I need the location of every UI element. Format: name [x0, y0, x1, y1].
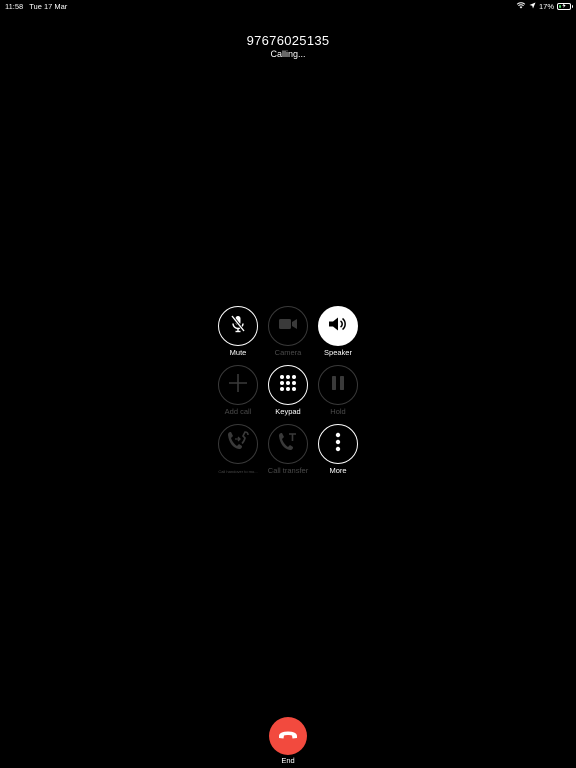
wifi-icon [516, 1, 526, 11]
camera-control[interactable]: Camera [263, 306, 313, 357]
call-header: 97676025135 Calling... [0, 33, 576, 59]
speaker-icon [328, 316, 348, 337]
controls-row-1: Mute Camera Speaker [213, 306, 363, 357]
call-transfer-label: Call transfer [267, 466, 309, 475]
keypad-icon [278, 373, 298, 398]
hang-up-icon [278, 727, 298, 745]
mute-label: Mute [229, 348, 247, 357]
keypad-label: Keypad [275, 407, 301, 416]
caller-number: 97676025135 [246, 33, 330, 48]
mic-off-icon [229, 314, 247, 339]
charging-bolt-icon [562, 2, 566, 10]
more-vertical-icon [335, 432, 341, 457]
speaker-button[interactable] [318, 306, 358, 346]
end-call-button[interactable] [269, 717, 307, 755]
battery-charging-icon [557, 2, 573, 10]
status-date: Tue 17 Mar [29, 2, 68, 11]
hold-control[interactable]: Hold [313, 365, 363, 416]
plus-icon [228, 373, 248, 398]
call-transfer-icon [277, 431, 299, 458]
add-call-control[interactable]: Add call [213, 365, 263, 416]
video-camera-icon [278, 317, 298, 336]
status-left: 11:58 Tue 17 Mar [5, 2, 67, 11]
status-bar: 11:58 Tue 17 Mar 17% [0, 0, 576, 14]
speaker-control[interactable]: Speaker [313, 306, 363, 357]
call-transfer-control[interactable]: Call transfer [263, 424, 313, 475]
hold-label: Hold [330, 407, 346, 416]
more-button[interactable] [318, 424, 358, 464]
add-call-label: Add call [224, 407, 252, 416]
location-arrow-icon [529, 2, 536, 11]
status-right: 17% [516, 1, 573, 11]
hold-button[interactable] [318, 365, 358, 405]
battery-fill [559, 4, 562, 8]
mute-button[interactable] [218, 306, 258, 346]
call-handover-button[interactable] [218, 424, 258, 464]
mute-control[interactable]: Mute [213, 306, 263, 357]
status-time: 11:58 [5, 2, 24, 11]
end-call-control[interactable]: End [269, 717, 307, 765]
call-handover-control[interactable]: Call handover to mo... [213, 424, 263, 475]
call-controls: Mute Camera Speaker Add call Keypad Hold… [213, 306, 363, 483]
pause-icon [331, 375, 345, 396]
controls-row-2: Add call Keypad Hold [213, 365, 363, 416]
battery-percent: 17% [538, 1, 554, 11]
camera-label: Camera [274, 348, 302, 357]
keypad-control[interactable]: Keypad [263, 365, 313, 416]
call-handover-icon [226, 430, 250, 458]
call-screen: 11:58 Tue 17 Mar 17% 97676025135 Calling… [0, 0, 576, 768]
speaker-label: Speaker [324, 348, 352, 357]
more-label: More [329, 466, 347, 475]
more-control[interactable]: More [313, 424, 363, 475]
keypad-button[interactable] [268, 365, 308, 405]
call-handover-label: Call handover to mo... [218, 469, 258, 474]
end-call-label: End [281, 756, 295, 765]
camera-button[interactable] [268, 306, 308, 346]
call-status: Calling... [270, 49, 306, 59]
add-call-button[interactable] [218, 365, 258, 405]
controls-row-3: Call handover to mo... Call transfer Mor… [213, 424, 363, 475]
call-transfer-button[interactable] [268, 424, 308, 464]
